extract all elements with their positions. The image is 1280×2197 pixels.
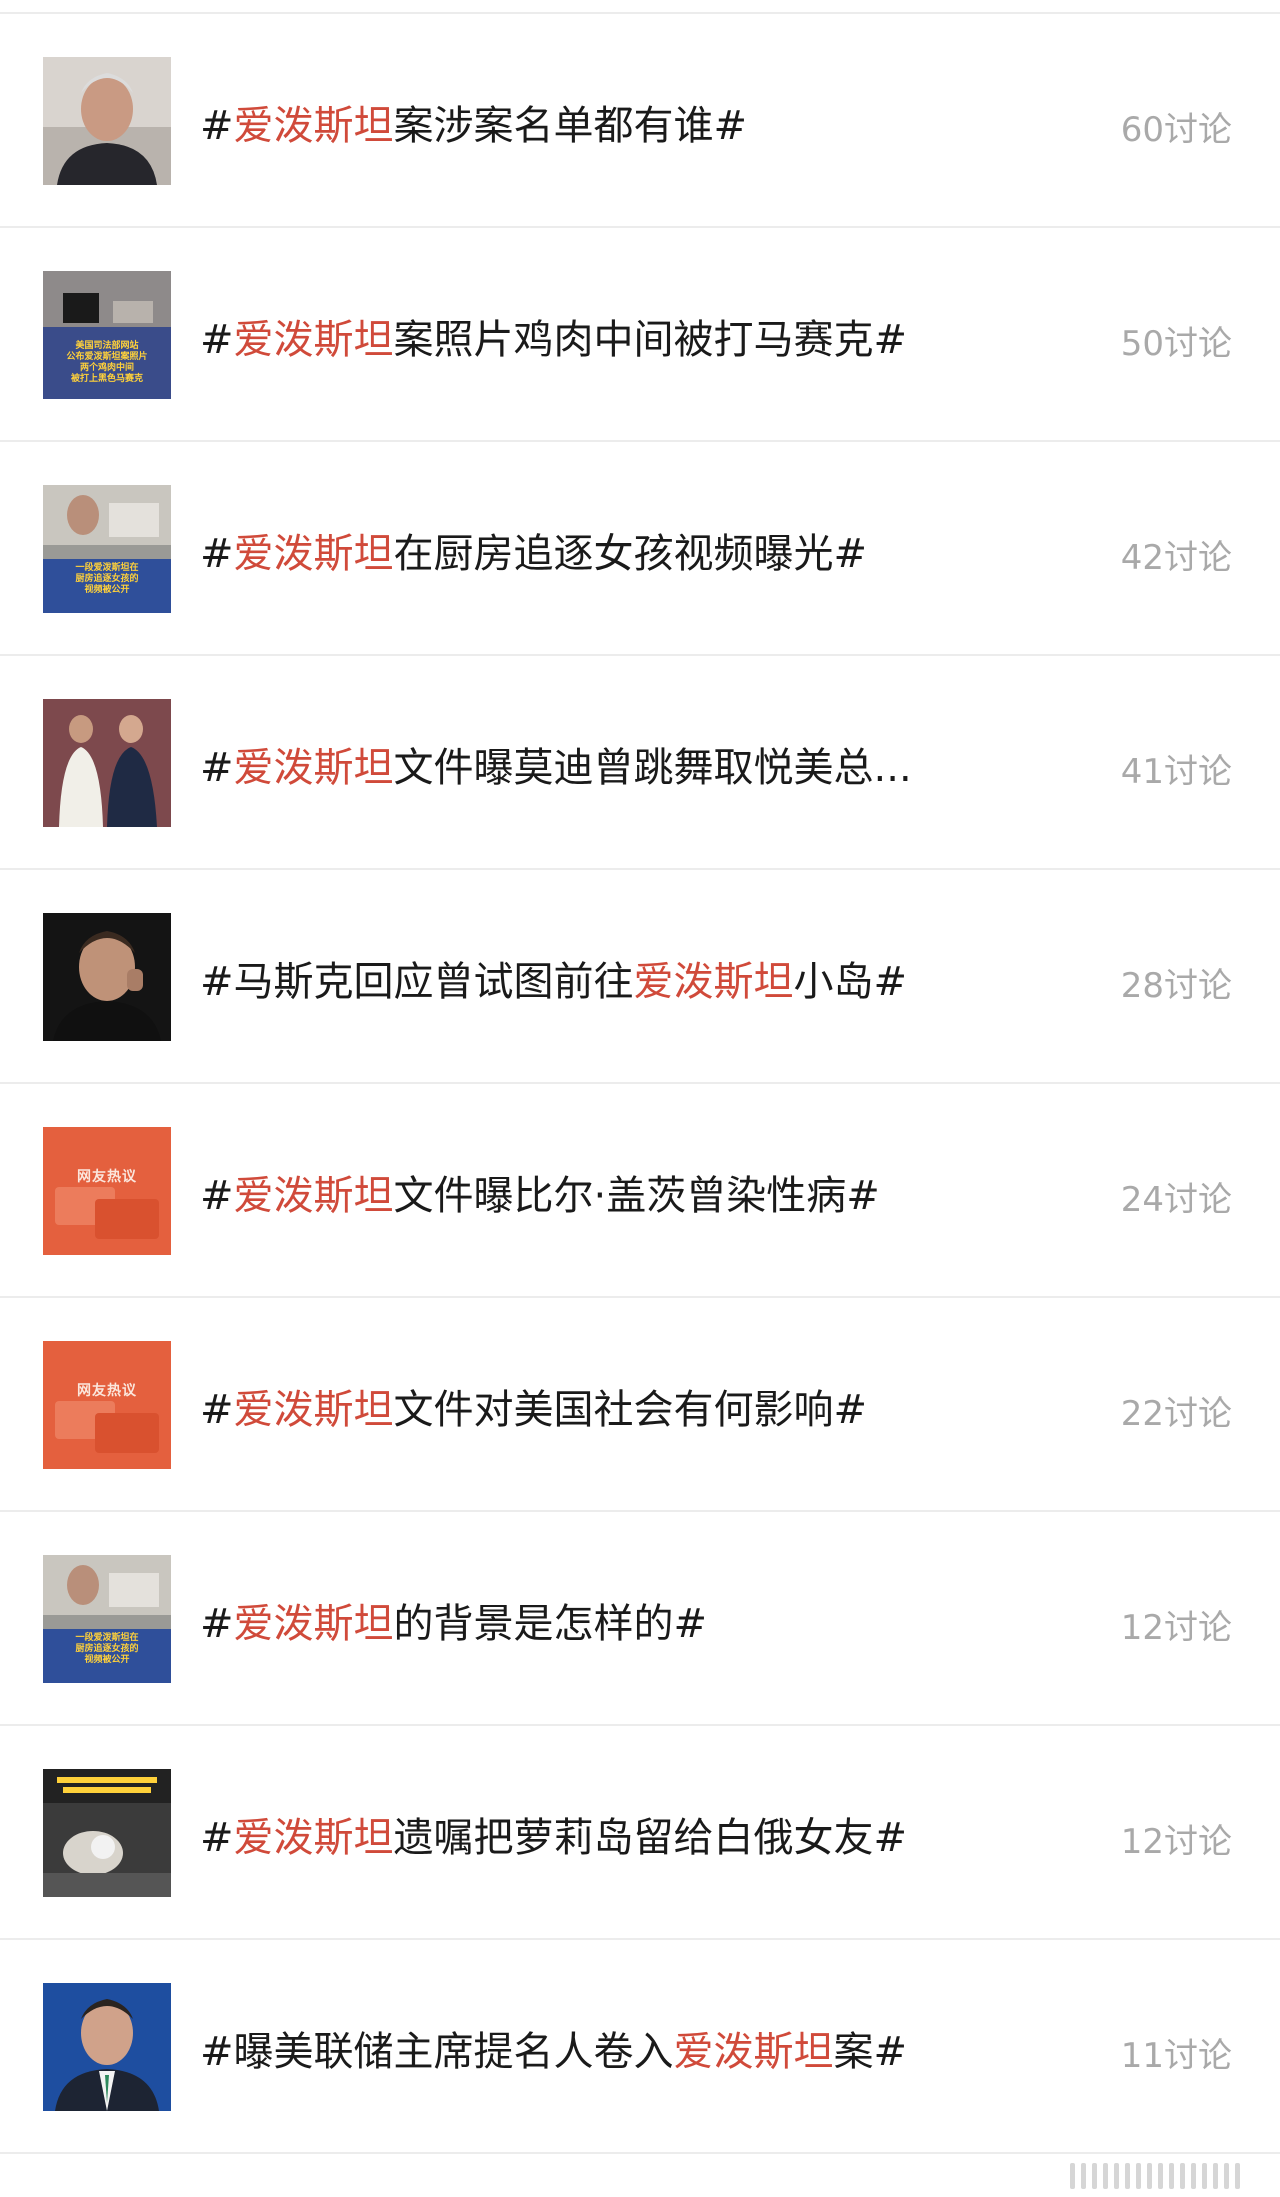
- netizen-discussion-card-icon: [43, 1127, 171, 1255]
- topic-title[interactable]: #爱泼斯坦案涉案名单都有谁#: [200, 102, 1020, 150]
- discussion-count: 12讨论: [1120, 1608, 1232, 1648]
- topic-suffix: 小岛#: [793, 959, 908, 1005]
- topic-thumbnail[interactable]: [43, 699, 171, 827]
- topic-keyword-highlight: 爱泼斯坦: [633, 959, 794, 1005]
- two-people-photo-icon: [43, 699, 171, 827]
- topic-thumbnail[interactable]: 一段爱泼斯坦在 厨房追逐女孩的 视频被公开: [43, 485, 171, 613]
- thumbnail-caption: 一段爱泼斯坦在 厨房追逐女孩的 视频被公开: [75, 563, 139, 595]
- topic-row[interactable]: 网友热议 #爱泼斯坦文件对美国社会有何影响# 22讨论: [0, 1298, 1280, 1512]
- topic-prefix: #: [200, 1601, 234, 1647]
- topic-row[interactable]: 一段爱泼斯坦在 厨房追逐女孩的 视频被公开 #爱泼斯坦在厨房追逐女孩视频曝光# …: [0, 442, 1280, 656]
- topic-row[interactable]: 网友热议 #爱泼斯坦文件曝比尔·盖茨曾染性病# 24讨论: [0, 1084, 1280, 1298]
- topic-keyword-highlight: 爱泼斯坦: [233, 1815, 394, 1861]
- topic-title[interactable]: #爱泼斯坦遗嘱把萝莉岛留给白俄女友#: [200, 1814, 1020, 1862]
- discussion-count: 42讨论: [1120, 538, 1232, 578]
- discussion-count: 22讨论: [1120, 1394, 1232, 1434]
- topic-keyword-highlight: 爱泼斯坦: [233, 745, 394, 791]
- discussion-count: 50讨论: [1120, 324, 1232, 364]
- topic-suffix: 文件曝莫迪曾跳舞取悦美总...: [393, 745, 912, 791]
- thumbnail-caption: 网友热议: [77, 1383, 137, 1399]
- topic-row[interactable]: 美国司法部网站 公布爱泼斯坦案照片 两个鸡肉中间 被打上黑色马赛克 #爱泼斯坦案…: [0, 228, 1280, 442]
- topic-keyword-highlight: 爱泼斯坦: [233, 531, 394, 577]
- topic-keyword-highlight: 爱泼斯坦: [673, 2029, 834, 2075]
- topic-suffix: 案#: [833, 2029, 908, 2075]
- topic-title[interactable]: #曝美联储主席提名人卷入爱泼斯坦案#: [200, 2028, 1020, 2076]
- topic-thumbnail[interactable]: [43, 1769, 171, 1897]
- thumbnail-caption: 网友热议: [77, 1169, 137, 1185]
- topic-keyword-highlight: 爱泼斯坦: [233, 1387, 394, 1433]
- topic-suffix: 遗嘱把萝莉岛留给白俄女友#: [393, 1815, 908, 1861]
- discussion-count: 60讨论: [1120, 110, 1232, 150]
- topic-row[interactable]: #爱泼斯坦文件曝莫迪曾跳舞取悦美总... 41讨论: [0, 656, 1280, 870]
- topic-thumbnail[interactable]: [43, 57, 171, 185]
- topic-suffix: 在厨房追逐女孩视频曝光#: [393, 531, 868, 577]
- topic-row[interactable]: 一段爱泼斯坦在 厨房追逐女孩的 视频被公开 #爱泼斯坦的背景是怎样的# 12讨论: [0, 1512, 1280, 1726]
- topic-row[interactable]: #曝美联储主席提名人卷入爱泼斯坦案# 11讨论: [0, 1940, 1280, 2154]
- discussion-count: 12讨论: [1120, 1822, 1232, 1862]
- topic-suffix: 文件对美国社会有何影响#: [393, 1387, 868, 1433]
- topic-prefix: #: [200, 103, 234, 149]
- topic-suffix: 案涉案名单都有谁#: [393, 103, 748, 149]
- topic-suffix: 案照片鸡肉中间被打马赛克#: [393, 317, 908, 363]
- topic-prefix: #: [200, 1173, 234, 1219]
- topic-prefix: #: [200, 1815, 234, 1861]
- topic-keyword-highlight: 爱泼斯坦: [233, 317, 394, 363]
- topic-prefix: #曝美联储主席提名人卷入: [200, 2029, 674, 2075]
- discussion-count: 28讨论: [1120, 966, 1232, 1006]
- topic-prefix: #: [200, 1387, 234, 1433]
- topic-title[interactable]: #爱泼斯坦文件对美国社会有何影响#: [200, 1386, 1020, 1434]
- topic-row[interactable]: #爱泼斯坦案涉案名单都有谁# 60讨论: [0, 14, 1280, 228]
- topic-thumbnail[interactable]: [43, 913, 171, 1041]
- topic-keyword-highlight: 爱泼斯坦: [233, 103, 394, 149]
- thumbnail-caption: 一段爱泼斯坦在 厨房追逐女孩的 视频被公开: [75, 1633, 139, 1665]
- topic-title[interactable]: #爱泼斯坦文件曝比尔·盖茨曾染性病#: [200, 1172, 1020, 1220]
- topic-title[interactable]: #爱泼斯坦在厨房追逐女孩视频曝光#: [200, 530, 1020, 578]
- topic-row[interactable]: #马斯克回应曾试图前往爱泼斯坦小岛# 28讨论: [0, 870, 1280, 1084]
- bottom-watermark-bar: [0, 2157, 1280, 2197]
- topic-title[interactable]: #爱泼斯坦案照片鸡肉中间被打马赛克#: [200, 316, 1020, 364]
- topic-thumbnail[interactable]: 网友热议: [43, 1341, 171, 1469]
- watermark-stripes-icon: [1020, 2161, 1240, 2191]
- topic-thumbnail[interactable]: 网友热议: [43, 1127, 171, 1255]
- portrait-photo-icon: [43, 913, 171, 1041]
- discussion-count: 41讨论: [1120, 752, 1232, 792]
- discussion-count: 24讨论: [1120, 1180, 1232, 1220]
- topic-title[interactable]: #马斯克回应曾试图前往爱泼斯坦小岛#: [200, 958, 1020, 1006]
- topic-prefix: #: [200, 317, 234, 363]
- netizen-discussion-card-icon: [43, 1341, 171, 1469]
- topic-thumbnail[interactable]: [43, 1983, 171, 2111]
- topic-suffix: 的背景是怎样的#: [393, 1601, 708, 1647]
- topic-keyword-highlight: 爱泼斯坦: [233, 1173, 394, 1219]
- topic-thumbnail[interactable]: 美国司法部网站 公布爱泼斯坦案照片 两个鸡肉中间 被打上黑色马赛克: [43, 271, 171, 399]
- topic-title[interactable]: #爱泼斯坦的背景是怎样的#: [200, 1600, 1020, 1648]
- portrait-photo-icon: [43, 57, 171, 185]
- topic-prefix: #: [200, 531, 234, 577]
- topic-prefix: #马斯克回应曾试图前往: [200, 959, 634, 1005]
- topic-thumbnail[interactable]: 一段爱泼斯坦在 厨房追逐女孩的 视频被公开: [43, 1555, 171, 1683]
- topic-prefix: #: [200, 745, 234, 791]
- topic-title[interactable]: #爱泼斯坦文件曝莫迪曾跳舞取悦美总...: [200, 744, 1020, 792]
- topic-list: #爱泼斯坦案涉案名单都有谁# 60讨论 美国司法部网站 公布爱泼斯坦案照片 两个…: [0, 14, 1280, 2154]
- topic-keyword-highlight: 爱泼斯坦: [233, 1601, 394, 1647]
- discussion-count: 11讨论: [1120, 2036, 1232, 2076]
- news-photo-icon: [43, 1769, 171, 1897]
- topic-suffix: 文件曝比尔·盖茨曾染性病#: [393, 1173, 880, 1219]
- thumbnail-caption: 美国司法部网站 公布爱泼斯坦案照片 两个鸡肉中间 被打上黑色马赛克: [66, 341, 148, 384]
- portrait-photo-icon: [43, 1983, 171, 2111]
- topic-row[interactable]: #爱泼斯坦遗嘱把萝莉岛留给白俄女友# 12讨论: [0, 1726, 1280, 1940]
